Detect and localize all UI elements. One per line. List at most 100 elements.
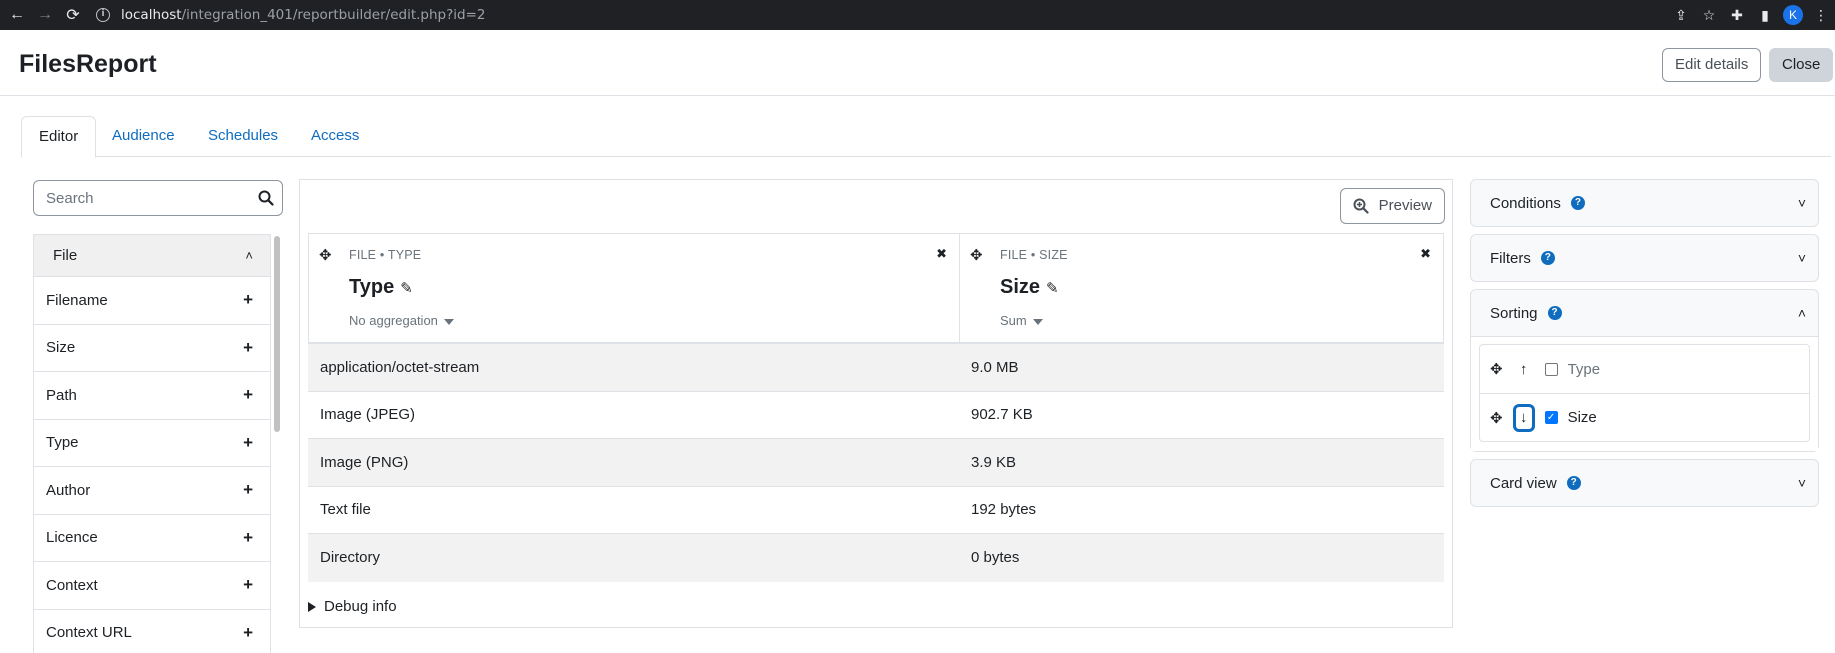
tab-editor[interactable]: Editor	[21, 116, 97, 158]
back-icon[interactable]: ←	[6, 4, 28, 26]
plus-icon: +	[243, 432, 253, 452]
search-icon[interactable]	[258, 190, 274, 206]
chevron-down-icon: ˅	[1797, 475, 1806, 491]
site-info-icon[interactable]: i	[96, 8, 110, 22]
list-item[interactable]: Context +	[34, 562, 270, 610]
reload-icon[interactable]: ⟳	[62, 4, 84, 26]
plus-icon: +	[243, 290, 253, 310]
card-view-header[interactable]: Card view? ˅	[1471, 460, 1818, 506]
remove-column-icon[interactable]: ✖	[1420, 246, 1431, 262]
list-item[interactable]: Context URL +	[34, 610, 270, 653]
sort-item-type: ✥ ↑ Type	[1480, 345, 1809, 393]
chevron-down-icon: ˅	[1797, 250, 1806, 266]
plus-icon: +	[243, 480, 253, 500]
column-kind: FILE • TYPE	[349, 248, 422, 262]
sort-direction-button[interactable]: ↓	[1512, 403, 1535, 432]
sort-label: Type	[1567, 360, 1601, 378]
sort-label: Size	[1567, 409, 1597, 426]
move-icon[interactable]: ✥	[1490, 360, 1503, 378]
column-header-size: ✥ FILE • SIZE ✖ Size ✎ Sum	[960, 234, 1443, 342]
move-icon[interactable]: ✥	[970, 246, 983, 264]
item-label: Type	[46, 434, 79, 452]
sort-checkbox[interactable]	[1544, 362, 1558, 376]
list-item[interactable]: Path +	[34, 372, 270, 420]
caret-down-icon	[443, 318, 454, 325]
menu-icon[interactable]: ⋮	[1807, 7, 1835, 24]
list-item[interactable]: Size +	[34, 325, 270, 372]
item-label: Path	[46, 386, 77, 404]
list-item[interactable]: Filename +	[34, 277, 270, 325]
field-list: File ˄ Filename + Size + Path + Type + Autho…	[33, 234, 271, 653]
table-row: Text file 192 bytes	[308, 487, 1444, 534]
sorting-body: ✥ ↑ Type ✥ ↓ ✓ Size	[1471, 336, 1818, 451]
forward-icon[interactable]: →	[34, 4, 56, 26]
cell: Directory	[320, 549, 381, 567]
filters-label: Filters	[1490, 249, 1531, 267]
chevron-up-icon: ˄	[245, 248, 253, 263]
aggregation-select[interactable]: Sum	[1000, 313, 1043, 328]
chevron-up-icon: ˄	[1797, 305, 1806, 321]
sidepanel-icon[interactable]: ▮	[1751, 7, 1779, 24]
debug-label: Debug info	[324, 598, 397, 615]
help-icon[interactable]: ?	[1547, 306, 1562, 320]
search-box	[33, 180, 283, 216]
tab-access[interactable]: Access	[294, 116, 376, 157]
sort-direction-button[interactable]: ↑	[1513, 355, 1535, 383]
address-bar[interactable]: i localhost/integration_401/reportbuilde…	[96, 7, 486, 23]
list-item[interactable]: Licence +	[34, 515, 270, 562]
tab-audience[interactable]: Audience	[95, 116, 192, 157]
cell: 902.7 KB	[971, 406, 1033, 424]
url-path: /integration_401/reportbuilder/edit.php?…	[181, 7, 486, 23]
pencil-icon[interactable]: ✎	[400, 280, 413, 297]
sidebar-scrollbar[interactable]	[274, 236, 280, 432]
sort-checkbox[interactable]: ✓	[1544, 411, 1558, 424]
sort-list: ✥ ↑ Type ✥ ↓ ✓ Size	[1479, 344, 1810, 442]
table-row: Image (JPEG) 902.7 KB	[308, 392, 1444, 439]
section-header-file[interactable]: File ˄	[34, 235, 270, 277]
help-icon[interactable]: ?	[1566, 476, 1581, 490]
star-icon[interactable]: ☆	[1695, 7, 1723, 24]
conditions-header[interactable]: Conditions? ˅	[1471, 180, 1818, 226]
search-input[interactable]	[34, 181, 234, 215]
column-header-type: ✥ FILE • TYPE ✖ Type ✎ No aggregation	[309, 234, 960, 342]
plus-icon: +	[243, 385, 253, 405]
cell: 0 bytes	[971, 549, 1020, 567]
item-label: Filename	[46, 291, 108, 309]
table-header: ✥ FILE • TYPE ✖ Type ✎ No aggregation ✥ F…	[308, 233, 1444, 344]
pencil-icon[interactable]: ✎	[1046, 280, 1059, 297]
plus-icon: +	[243, 337, 253, 357]
filters-card: Filters? ˅	[1470, 234, 1819, 282]
extensions-icon[interactable]: ✚	[1723, 7, 1751, 24]
preview-button[interactable]: Preview	[1339, 188, 1445, 224]
item-label: Context	[46, 576, 98, 594]
move-icon[interactable]: ✥	[1490, 409, 1503, 427]
caret-down-icon	[1032, 318, 1043, 325]
help-icon[interactable]: ?	[1570, 196, 1585, 210]
debug-info-toggle[interactable]: Debug info	[308, 598, 397, 615]
list-item[interactable]: Author +	[34, 467, 270, 515]
aggregation-value: No aggregation	[349, 313, 438, 328]
plus-icon: +	[243, 622, 253, 642]
header-divider	[0, 95, 1835, 96]
sorting-header[interactable]: Sorting? ˄	[1471, 290, 1818, 336]
column-name: Size ✎	[1000, 276, 1059, 299]
close-button[interactable]: Close	[1769, 48, 1834, 82]
share-icon[interactable]: ⇪	[1667, 7, 1695, 24]
move-icon[interactable]: ✥	[319, 246, 332, 264]
filters-header[interactable]: Filters? ˅	[1471, 235, 1818, 281]
preview-label: Preview	[1378, 197, 1432, 214]
profile-avatar[interactable]: K	[1783, 5, 1803, 25]
aggregation-select[interactable]: No aggregation	[349, 313, 454, 328]
column-title: Type	[349, 276, 395, 298]
list-item[interactable]: Type +	[34, 420, 270, 467]
edit-details-button[interactable]: Edit details	[1662, 48, 1762, 82]
sorting-label: Sorting	[1490, 304, 1538, 322]
card-view-card: Card view? ˅	[1470, 459, 1819, 507]
help-icon[interactable]: ?	[1540, 251, 1555, 265]
card-view-label: Card view	[1490, 474, 1557, 492]
section-label: File	[53, 247, 78, 264]
tab-schedules[interactable]: Schedules	[191, 116, 295, 157]
remove-column-icon[interactable]: ✖	[936, 246, 947, 262]
column-name: Type ✎	[349, 276, 413, 299]
url-host: localhost	[121, 7, 182, 23]
